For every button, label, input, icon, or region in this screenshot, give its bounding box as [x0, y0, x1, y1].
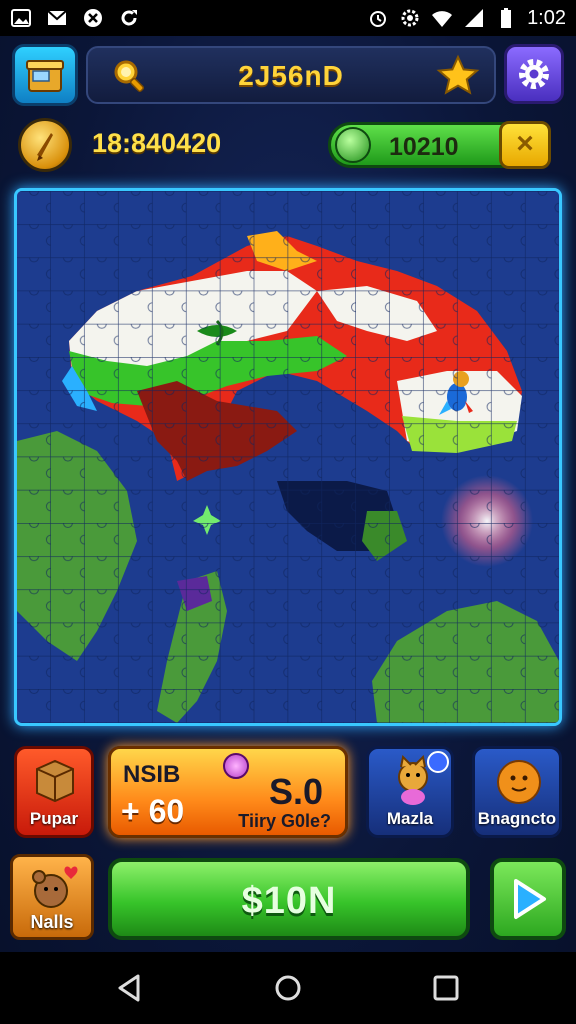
navigation-bar	[0, 952, 576, 1024]
bnagncto-button[interactable]: Bnagncto	[472, 746, 562, 838]
main-action-button[interactable]: $10N	[108, 858, 470, 940]
main-action-label: $10N	[241, 880, 337, 922]
shop-box-icon	[26, 60, 64, 92]
crate-icon	[36, 759, 74, 803]
home-circle-icon[interactable]	[270, 970, 306, 1006]
play-icon	[514, 879, 546, 919]
mazla-label: Mazla	[386, 809, 434, 828]
puzzle-map[interactable]	[17, 191, 559, 723]
battery-icon	[501, 8, 512, 28]
back-triangle-icon[interactable]	[112, 970, 148, 1006]
level-title-bar: 2J56nD	[86, 46, 496, 104]
currency-row: 18:840420 10210 ×	[18, 118, 558, 174]
shop-button[interactable]	[12, 44, 78, 106]
offer-value: S.0	[268, 771, 323, 812]
bear-character-icon	[32, 866, 78, 908]
offer-bonus: + 60	[121, 793, 185, 829]
settings-button[interactable]	[504, 44, 564, 104]
powerup-row: Pupar NSIB + 60 S.0 Tiiry G0le? Mazla Bn…	[12, 746, 564, 842]
gem-counter: 10210 ×	[328, 121, 551, 169]
level-title: 2J56nD	[238, 60, 344, 91]
add-gems-button[interactable]: ×	[499, 121, 551, 169]
star-icon	[436, 54, 480, 95]
gear-icon	[519, 59, 549, 89]
pupar-button[interactable]: Pupar	[14, 746, 94, 838]
image-icon	[11, 9, 31, 27]
sync-icon	[121, 10, 137, 26]
recents-square-icon[interactable]	[428, 970, 464, 1006]
nails-button[interactable]: Nalls	[10, 854, 94, 940]
signal-icon	[465, 9, 484, 27]
pupar-label: Pupar	[29, 809, 79, 828]
mail-icon	[47, 10, 67, 25]
top-bar: 2J56nD	[12, 42, 564, 106]
puzzle-board[interactable]	[14, 188, 562, 726]
game-screen: 1:02 2J56nD 18:840420 10210 × Pupar NSIB…	[0, 0, 576, 1024]
orange-ball-icon	[497, 760, 541, 804]
alarm-icon	[370, 11, 387, 27]
wifi-icon	[432, 11, 453, 27]
notification-icon	[84, 9, 102, 27]
settings-status-icon	[401, 9, 419, 27]
action-row: Nalls $10N	[10, 852, 566, 942]
mazla-button[interactable]: Mazla	[366, 746, 454, 838]
status-time: 1:02	[527, 6, 566, 29]
play-button[interactable]	[490, 858, 566, 940]
info-badge-icon	[427, 751, 449, 773]
offer-panel[interactable]: NSIB + 60 S.0 Tiiry G0le?	[108, 746, 348, 838]
offer-subtitle: Tiiry G0le?	[238, 811, 331, 831]
status-bar: 1:02	[0, 0, 576, 36]
offer-title: NSIB	[123, 761, 181, 788]
coin-icon	[18, 118, 72, 172]
gem-icon	[335, 127, 371, 163]
offer-gem-icon	[223, 753, 249, 779]
nails-label: Nalls	[30, 912, 74, 932]
bnagncto-label: Bnagncto	[477, 809, 557, 828]
coin-count: 18:840420	[92, 128, 222, 158]
gem-count: 10210	[389, 133, 459, 161]
